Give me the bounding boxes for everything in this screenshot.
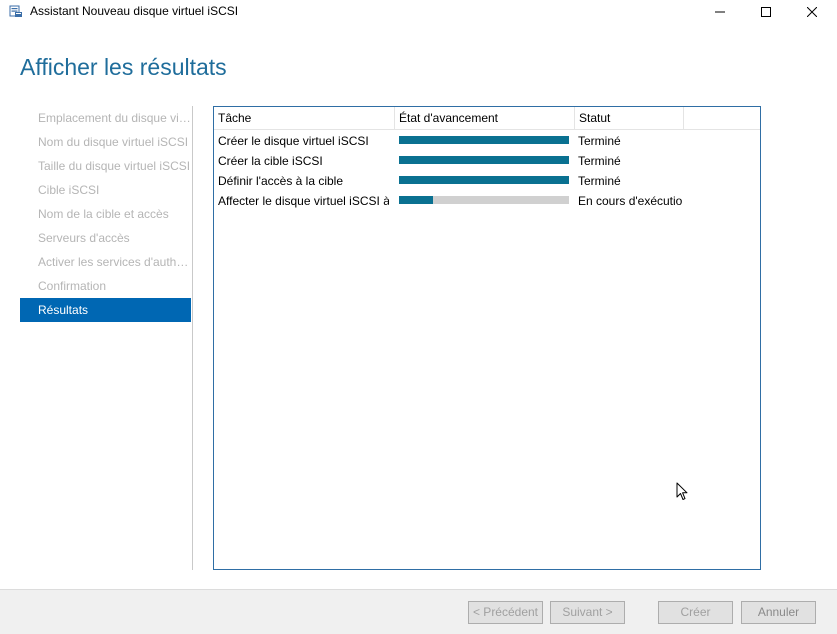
nav-item-nom-cible: Nom de la cible et accès	[38, 207, 169, 221]
wizard-steps-nav: Emplacement du disque virtuel iSCSI Nom …	[20, 106, 191, 322]
create-button[interactable]: Créer	[658, 601, 733, 624]
close-button[interactable]	[789, 0, 835, 24]
window-title: Assistant Nouveau disque virtuel iSCSI	[30, 4, 239, 18]
nav-item-cible: Cible iSCSI	[38, 183, 100, 197]
column-header-progress[interactable]: État d'avancement	[395, 107, 575, 130]
progress-bar	[399, 136, 569, 144]
status-cell: Terminé	[578, 174, 621, 188]
page-title: Afficher les résultats	[20, 54, 227, 80]
iscsi-disk-icon	[9, 4, 23, 18]
table-row[interactable]: Définir l'accès à la cible Terminé	[214, 171, 760, 191]
nav-item-authentification: Activer les services d'authentification	[38, 255, 191, 269]
title-bar: Assistant Nouveau disque virtuel iSCSI	[0, 0, 837, 24]
nav-item-taille-disque: Taille du disque virtuel iSCSI	[38, 159, 191, 173]
column-header-task[interactable]: Tâche	[214, 107, 395, 130]
next-button[interactable]: Suivant >	[550, 601, 625, 624]
status-cell: Terminé	[578, 154, 621, 168]
table-row[interactable]: Créer la cible iSCSI Terminé	[214, 151, 760, 171]
task-cell: Créer la cible iSCSI	[218, 154, 323, 168]
previous-button[interactable]: < Précédent	[468, 601, 543, 624]
status-cell: En cours d'exécutio	[578, 194, 682, 208]
cancel-button[interactable]: Annuler	[741, 601, 816, 624]
maximize-button[interactable]	[743, 0, 789, 24]
nav-divider	[192, 106, 193, 570]
task-cell: Affecter le disque virtuel iSCSI à	[218, 194, 389, 208]
maximize-icon	[761, 7, 771, 17]
progress-bar	[399, 176, 569, 184]
nav-item-resultats[interactable]: Résultats	[20, 298, 191, 322]
nav-item-confirmation: Confirmation	[38, 279, 107, 293]
table-row[interactable]: Créer le disque virtuel iSCSI Terminé	[214, 131, 760, 151]
minimize-icon	[715, 7, 725, 17]
status-cell: Terminé	[578, 134, 621, 148]
nav-item-nom-disque: Nom du disque virtuel iSCSI	[38, 135, 189, 149]
nav-item-serveurs-acces: Serveurs d'accès	[38, 231, 130, 245]
wizard-footer: < Précédent Suivant > Créer Annuler	[0, 589, 837, 634]
progress-bar	[399, 156, 569, 164]
column-header-status[interactable]: Statut	[575, 107, 684, 130]
mouse-cursor-icon	[676, 482, 688, 501]
progress-bar-fill	[399, 196, 433, 204]
progress-bar-fill	[399, 136, 569, 144]
progress-bar-fill	[399, 156, 569, 164]
minimize-button[interactable]	[697, 0, 743, 24]
task-cell: Définir l'accès à la cible	[218, 174, 344, 188]
progress-bar-fill	[399, 176, 569, 184]
task-cell: Créer le disque virtuel iSCSI	[218, 134, 369, 148]
progress-bar	[399, 196, 569, 204]
grid-header: Tâche État d'avancement Statut	[214, 107, 760, 130]
nav-item-emplacement: Emplacement du disque virtuel iSCSI	[38, 111, 191, 125]
table-row[interactable]: Affecter le disque virtuel iSCSI à En co…	[214, 191, 760, 211]
close-icon	[807, 7, 817, 17]
